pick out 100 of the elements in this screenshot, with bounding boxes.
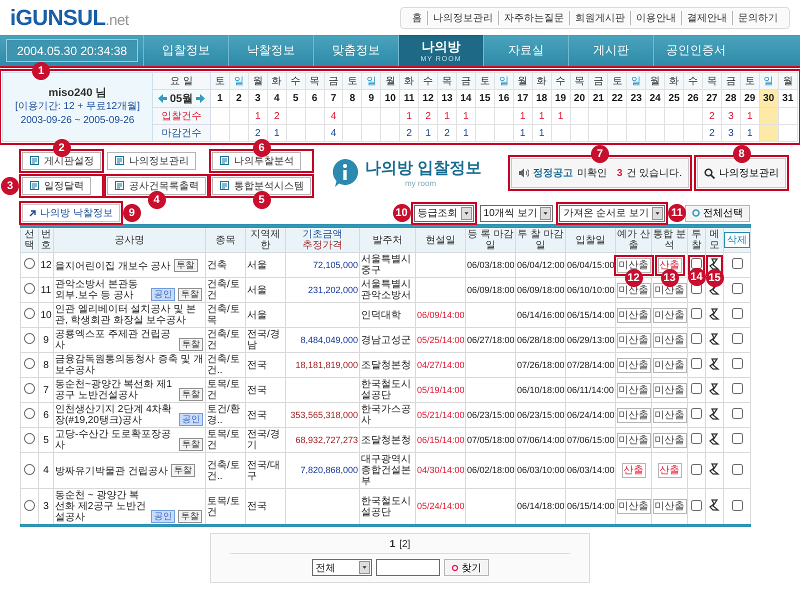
calculate-button[interactable]: 미산출: [652, 408, 686, 422]
row-radio[interactable]: [24, 464, 35, 474]
project-name-link[interactable]: 동순천~광양간 복선화 제1공구 노반건설공사: [55, 379, 176, 401]
my-info-button[interactable]: 나의정보관리: [697, 158, 786, 188]
memo-icon[interactable]: [709, 463, 720, 475]
calculate-button[interactable]: 미산출: [616, 308, 650, 322]
delete-checkbox[interactable]: [732, 258, 742, 269]
delete-checkbox[interactable]: [732, 464, 742, 474]
bid-checkbox[interactable]: [691, 433, 702, 444]
next-month-icon[interactable]: [196, 94, 206, 103]
top-link[interactable]: 문의하기: [732, 10, 783, 24]
calculate-button[interactable]: 산출: [658, 463, 682, 478]
project-name-link[interactable]: 고당-수산간 도로확포장공사: [55, 429, 176, 451]
top-link[interactable]: 결제안내: [681, 10, 732, 24]
bid-checkbox[interactable]: [691, 500, 702, 510]
site-logo[interactable]: iGUNSUL.net: [10, 4, 129, 30]
top-link[interactable]: 회원게시판: [569, 10, 630, 24]
menu-button[interactable]: 나의투찰분석: [212, 152, 301, 170]
bid-tag[interactable]: 투찰: [174, 258, 198, 272]
delete-checkbox[interactable]: [732, 333, 742, 344]
row-radio[interactable]: [24, 383, 35, 394]
previous-month-icon[interactable]: [158, 94, 167, 103]
delete-checkbox[interactable]: [732, 433, 742, 444]
bid-checkbox[interactable]: [691, 383, 702, 394]
delete-checkbox[interactable]: [732, 358, 742, 369]
project-name-link[interactable]: 동순천 ~ 광양간 복선화 제2공구 노반건설공사: [55, 490, 148, 523]
bid-tag[interactable]: 투찰: [179, 438, 203, 451]
calculate-button[interactable]: 미산출: [616, 382, 650, 398]
delete-checkbox[interactable]: [732, 500, 742, 510]
delete-checkbox[interactable]: [732, 283, 742, 294]
bid-checkbox[interactable]: [691, 408, 702, 419]
find-button[interactable]: 찾기: [444, 559, 488, 576]
calculate-button[interactable]: 미산출: [616, 258, 650, 272]
memo-icon[interactable]: [709, 382, 720, 394]
bid-tag[interactable]: 투찰: [170, 464, 195, 477]
bid-tag[interactable]: 투찰: [178, 510, 202, 523]
project-name-link[interactable]: 관악소방서 본관동 외부.보수 등 공사: [55, 279, 148, 301]
menu-button[interactable]: 게시판설정: [22, 152, 101, 170]
project-name-link[interactable]: 인관 엘리베이터 설치공사 및 본관, 학생회관 화장실 보수공사: [55, 304, 204, 326]
bid-tag[interactable]: 투찰: [179, 388, 203, 401]
calculate-button[interactable]: 미산출: [652, 432, 686, 448]
calculate-button[interactable]: 미산출: [652, 282, 686, 298]
sort-select[interactable]: 가져온 순서로 보기: [559, 204, 665, 222]
memo-icon[interactable]: [709, 432, 720, 444]
notice-link[interactable]: 정정공고: [532, 166, 573, 180]
filter-select[interactable]: 전체: [312, 559, 372, 576]
memo-icon[interactable]: [709, 258, 720, 270]
top-link[interactable]: 나의정보관리: [427, 10, 498, 24]
memo-icon[interactable]: [709, 408, 720, 420]
top-link[interactable]: 홈: [407, 10, 427, 24]
delete-checkbox[interactable]: [732, 308, 742, 319]
memo-icon[interactable]: [709, 332, 720, 344]
memo-icon[interactable]: [709, 358, 720, 370]
bid-checkbox[interactable]: [691, 258, 702, 269]
calculate-button[interactable]: 미산출: [616, 432, 650, 448]
memo-icon[interactable]: [709, 308, 720, 320]
memo-icon[interactable]: [709, 499, 720, 511]
delete-checkbox[interactable]: [732, 408, 742, 419]
row-radio[interactable]: [24, 408, 35, 419]
top-link[interactable]: 자주하는질문: [498, 10, 569, 24]
calculate-button[interactable]: 미산출: [652, 358, 686, 372]
calculate-button[interactable]: 미산출: [652, 332, 686, 348]
won-info-link[interactable]: 나의방 낙찰정보: [22, 204, 120, 222]
bid-checkbox[interactable]: [691, 358, 702, 369]
menu-button[interactable]: 통합분석시스템: [212, 176, 311, 194]
page-link[interactable]: 1: [390, 539, 396, 550]
row-radio[interactable]: [24, 500, 35, 510]
calculate-button[interactable]: 미산출: [616, 499, 650, 514]
calculate-button[interactable]: 미산출: [616, 358, 650, 372]
row-radio[interactable]: [24, 283, 35, 294]
calculate-button[interactable]: 미산출: [652, 308, 686, 322]
row-radio[interactable]: [24, 433, 35, 444]
bid-checkbox[interactable]: [691, 333, 702, 344]
menu-button[interactable]: 공사건목록출력: [107, 176, 206, 194]
search-input[interactable]: [376, 559, 440, 576]
calculate-button[interactable]: 산출: [658, 258, 682, 272]
bid-checkbox[interactable]: [691, 464, 702, 474]
menu-button[interactable]: 일정달력: [22, 176, 91, 194]
menu-button[interactable]: 나의정보관리: [107, 152, 196, 170]
row-radio[interactable]: [24, 358, 35, 369]
bid-checkbox[interactable]: [691, 283, 702, 294]
project-name-link[interactable]: 인천생산기지 2단계 4차확장(#19,20탱크)공사: [55, 404, 176, 426]
project-name-link[interactable]: 방짜유기박물관 건립공사: [55, 466, 168, 477]
page-link[interactable]: [2]: [399, 539, 410, 550]
project-name-link[interactable]: 금융감독원통의동청사 증축 및 개보수공사: [55, 354, 204, 376]
calculate-button[interactable]: 미산출: [652, 382, 686, 398]
select-all-button[interactable]: 전체선택: [685, 204, 750, 222]
delete-button[interactable]: 삭제: [724, 232, 750, 248]
row-radio[interactable]: [24, 258, 35, 269]
top-link[interactable]: 이용안내: [630, 10, 681, 24]
calculate-button[interactable]: 미산출: [616, 408, 650, 422]
delete-checkbox[interactable]: [732, 383, 742, 394]
grade-select[interactable]: 등급조회: [414, 204, 474, 222]
page-size-select[interactable]: 10개씩 보기: [480, 204, 554, 222]
bid-tag[interactable]: 투찰: [179, 338, 203, 351]
bid-tag[interactable]: 투찰: [178, 288, 202, 301]
row-radio[interactable]: [24, 308, 35, 319]
calculate-button[interactable]: 산출: [622, 463, 646, 478]
project-name-link[interactable]: 공룡엑스포 주제관 건립공사: [55, 329, 176, 351]
bid-checkbox[interactable]: [691, 308, 702, 319]
